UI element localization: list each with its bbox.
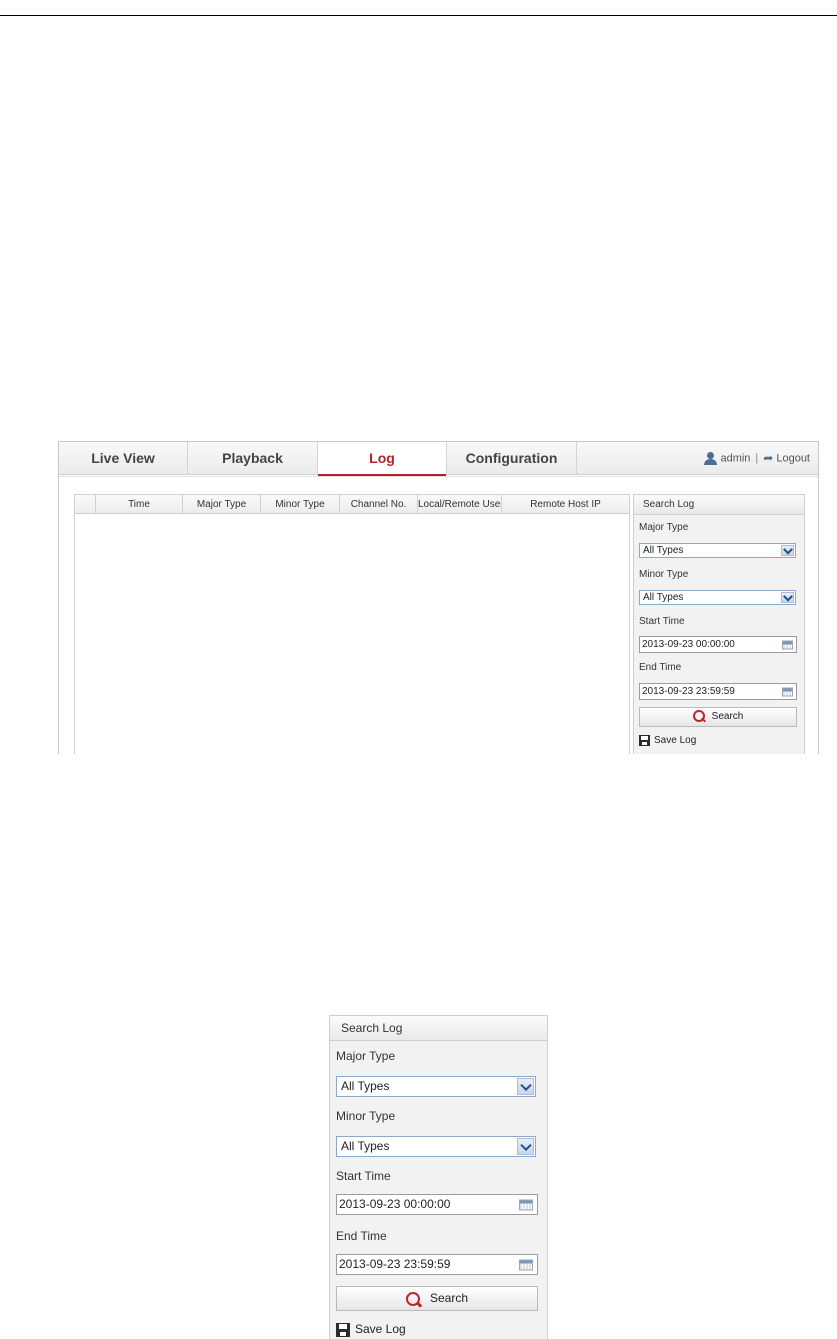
major-type-select[interactable]: All Types	[336, 1076, 536, 1097]
save-log-label: Save Log	[654, 735, 697, 747]
minor-type-value: All Types	[643, 592, 684, 603]
search-icon	[405, 1291, 424, 1306]
major-type-value: All Types	[341, 1079, 390, 1093]
major-type-select[interactable]: All Types	[639, 543, 796, 558]
save-log-label: Save Log	[355, 1322, 406, 1336]
calendar-icon[interactable]	[782, 640, 793, 649]
major-type-label: Major Type	[639, 522, 689, 533]
start-time-label: Start Time	[336, 1169, 391, 1183]
start-time-value: 2013-09-23 00:00:00	[642, 639, 735, 650]
search-log-panel-zoomed: Search Log Major Type All Types Minor Ty…	[329, 1015, 548, 1339]
search-log-title: Search Log	[634, 495, 804, 515]
minor-type-select[interactable]: All Types	[639, 590, 796, 605]
save-log-button[interactable]: Save Log	[639, 735, 696, 746]
log-table-header: Time Major Type Minor Type Channel No. L…	[75, 495, 629, 514]
tab-playback[interactable]: Playback	[188, 442, 318, 475]
search-log-panel: Search Log Major Type All Types Minor Ty…	[633, 494, 805, 754]
major-type-value: All Types	[643, 545, 684, 556]
column-time[interactable]: Time	[96, 495, 183, 514]
save-icon	[336, 1322, 350, 1337]
end-time-label: End Time	[336, 1229, 387, 1243]
column-channel-no[interactable]: Channel No.	[340, 495, 418, 514]
page-top-rule	[0, 15, 837, 16]
column-minor-type[interactable]: Minor Type	[261, 495, 340, 514]
calendar-icon[interactable]	[519, 1199, 533, 1210]
minor-type-select[interactable]: All Types	[336, 1136, 536, 1157]
search-button-label: Search	[711, 711, 744, 722]
start-time-input[interactable]: 2013-09-23 00:00:00	[336, 1194, 538, 1215]
column-major-type[interactable]: Major Type	[183, 495, 261, 514]
tab-log[interactable]: Log	[318, 442, 447, 476]
end-time-label: End Time	[639, 662, 682, 673]
save-log-button[interactable]: Save Log	[336, 1322, 406, 1337]
column-local-remote-user[interactable]: Local/Remote User	[418, 495, 502, 514]
calendar-icon[interactable]	[782, 687, 793, 696]
end-time-value: 2013-09-23 23:59:59	[642, 686, 735, 697]
column-remote-host-ip[interactable]: Remote Host IP	[502, 495, 629, 514]
search-button[interactable]: Search	[639, 707, 797, 727]
user-separator: |	[755, 452, 759, 465]
start-time-label: Start Time	[639, 616, 685, 627]
start-time-value: 2013-09-23 00:00:00	[339, 1197, 451, 1211]
start-time-input[interactable]: 2013-09-23 00:00:00	[639, 636, 797, 653]
top-navigation-bar: Live View Playback Log Configuration adm…	[59, 442, 818, 476]
chevron-down-icon[interactable]	[781, 592, 794, 603]
search-icon	[692, 710, 707, 723]
save-icon	[639, 735, 650, 746]
minor-type-label: Minor Type	[336, 1109, 396, 1123]
column-select[interactable]	[75, 495, 96, 514]
log-table: Time Major Type Minor Type Channel No. L…	[74, 494, 630, 754]
tab-live-view[interactable]: Live View	[59, 442, 188, 475]
chevron-down-icon[interactable]	[517, 1078, 534, 1095]
user-icon	[704, 452, 718, 465]
search-button-label: Search	[429, 1291, 469, 1305]
chevron-down-icon[interactable]	[517, 1138, 534, 1155]
tab-configuration[interactable]: Configuration	[447, 442, 577, 475]
end-time-value: 2013-09-23 23:59:59	[339, 1257, 451, 1271]
logout-link[interactable]: Logout	[776, 452, 810, 464]
end-time-input[interactable]: 2013-09-23 23:59:59	[639, 683, 797, 700]
search-log-title: Search Log	[330, 1016, 547, 1041]
search-button[interactable]: Search	[336, 1286, 538, 1311]
minor-type-label: Minor Type	[639, 569, 689, 580]
chevron-down-icon[interactable]	[781, 545, 794, 556]
username: admin	[720, 452, 751, 465]
log-page-screenshot: Live View Playback Log Configuration adm…	[58, 441, 819, 754]
major-type-label: Major Type	[336, 1049, 396, 1063]
logout-icon[interactable]: ➦	[763, 442, 773, 475]
user-area: admin | ➦ Logout	[704, 442, 810, 475]
calendar-icon[interactable]	[519, 1259, 533, 1270]
minor-type-value: All Types	[341, 1139, 390, 1153]
log-content-area: Time Major Type Minor Type Channel No. L…	[59, 476, 818, 754]
end-time-input[interactable]: 2013-09-23 23:59:59	[336, 1254, 538, 1275]
